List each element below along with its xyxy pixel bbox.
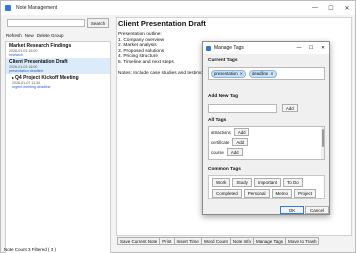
minimize-icon[interactable]: —	[293, 42, 305, 54]
new-tag-input[interactable]	[208, 104, 277, 113]
remove-tag-icon[interactable]: ✕	[270, 71, 273, 76]
maximize-icon[interactable]: ☐	[323, 1, 339, 15]
tag-chip-label: deadline	[252, 71, 269, 76]
common-tag-button[interactable]: Personal	[243, 189, 270, 198]
common-tag-button[interactable]: Completed	[212, 189, 242, 198]
editor-title[interactable]: Client Presentation Draft	[118, 19, 206, 28]
add-new-tag-label: Add New Tag	[208, 94, 239, 99]
new-button[interactable]: New	[25, 33, 34, 40]
left-pane: Search Refresh New Delete Group Market R…	[3, 17, 111, 253]
scrollbar[interactable]	[321, 127, 324, 159]
status-bar: Note Count 3 Filtered ( 3 )	[4, 246, 57, 252]
add-tag-button[interactable]: Add	[233, 128, 250, 136]
search-input[interactable]	[7, 19, 85, 27]
window-title: Note Management	[16, 5, 58, 11]
cancel-button[interactable]: Cancel	[305, 206, 329, 214]
chevron-right-icon[interactable]: ▸	[12, 75, 14, 80]
manage-tags-button[interactable]: Manage Tags	[253, 237, 286, 245]
list-item[interactable]: Client Presentation Draft 2026-01-03 16:…	[6, 58, 110, 74]
scrollbar-thumb[interactable]	[321, 129, 324, 147]
manage-tags-dialog: Manage Tags — ☐ ✕ Current Tags presentat…	[202, 41, 330, 215]
remove-tag-icon[interactable]: ✕	[240, 71, 243, 76]
list-item: certificate Add	[209, 137, 324, 147]
dialog-titlebar: Manage Tags — ☐ ✕	[203, 42, 329, 54]
editor-body[interactable]: Presentation outline: 1. Company overvie…	[118, 32, 213, 77]
note-tags: presentation deadline	[9, 69, 44, 73]
app-icon	[5, 5, 11, 11]
common-tag-button[interactable]: Work	[212, 178, 231, 187]
current-tags-box: presentation ✕ deadline ✕	[208, 67, 325, 80]
list-item[interactable]: ▸Q4 Project Kickoff Meeting 2026-01-07 1…	[6, 74, 110, 90]
all-tags-label: All Tags	[208, 118, 227, 123]
common-tag-button[interactable]: Memo	[271, 189, 293, 198]
tag-name: course	[211, 149, 224, 155]
maximize-icon[interactable]: ☐	[305, 42, 317, 54]
app-icon	[206, 45, 211, 51]
close-icon[interactable]: ✕	[317, 42, 329, 54]
list-item: attractions Add	[209, 127, 324, 137]
action-bar: Save Current Note Print Insert Time Word…	[117, 237, 320, 245]
all-tags-list[interactable]: attractions Add certificate Add course A…	[208, 126, 325, 160]
window-controls: — ☐ ✕	[307, 1, 355, 15]
save-current-note-button[interactable]: Save Current Note	[117, 237, 161, 245]
close-icon[interactable]: ✕	[339, 1, 355, 15]
list-item: course Add	[209, 147, 324, 157]
tag-name: attractions	[211, 129, 231, 135]
list-item[interactable]: Market Research Findings 2026-01-03 16:0…	[6, 42, 110, 58]
main-window: Note Management — ☐ ✕ Search Refresh New…	[0, 0, 356, 253]
insert-time-button[interactable]: Insert Time	[173, 237, 202, 245]
tag-chip-label: presentation	[214, 71, 238, 76]
tag-chip: deadline ✕	[249, 69, 277, 78]
note-list[interactable]: Market Research Findings 2026-01-03 16:0…	[5, 41, 111, 253]
common-tags-box: Work Study Important To Do Completed Per…	[208, 175, 325, 199]
add-tag-button[interactable]: Add	[226, 148, 243, 156]
dialog-controls: — ☐ ✕	[293, 42, 329, 54]
common-tag-button[interactable]: Study	[232, 178, 252, 187]
tag-name: certificate	[211, 139, 230, 145]
list-toolbar: Refresh New Delete Group	[6, 33, 64, 40]
add-tag-button[interactable]: Add	[282, 104, 298, 112]
window-titlebar: Note Management — ☐ ✕	[1, 1, 355, 15]
move-to-trash-button[interactable]: Move to Trash	[284, 237, 320, 245]
common-tags-row: Work Study Important To Do	[212, 178, 303, 187]
ok-button[interactable]: OK	[280, 206, 304, 214]
note-tags: urgent meeting deadline	[12, 85, 51, 89]
common-tag-button[interactable]: Important	[253, 178, 281, 187]
search-button[interactable]: Search	[87, 18, 109, 28]
delete-group-button[interactable]: Delete Group	[37, 33, 64, 40]
current-tags-label: Current Tags	[208, 58, 238, 63]
note-tags: research	[9, 53, 23, 57]
common-tags-row: Completed Personal Memo Project	[212, 189, 317, 198]
word-count-button[interactable]: Word Count	[200, 237, 231, 245]
minimize-icon[interactable]: —	[307, 1, 323, 15]
common-tags-label: Common Tags	[208, 167, 241, 172]
tag-chip: presentation ✕	[211, 69, 247, 78]
print-button[interactable]: Print	[159, 237, 175, 245]
refresh-button[interactable]: Refresh	[6, 33, 22, 40]
dialog-title: Manage Tags	[214, 45, 244, 51]
add-tag-button[interactable]: Add	[232, 138, 249, 146]
common-tag-button[interactable]: To Do	[282, 178, 303, 187]
common-tag-button[interactable]: Project	[294, 189, 317, 198]
note-info-button[interactable]: Note Info	[229, 237, 255, 245]
